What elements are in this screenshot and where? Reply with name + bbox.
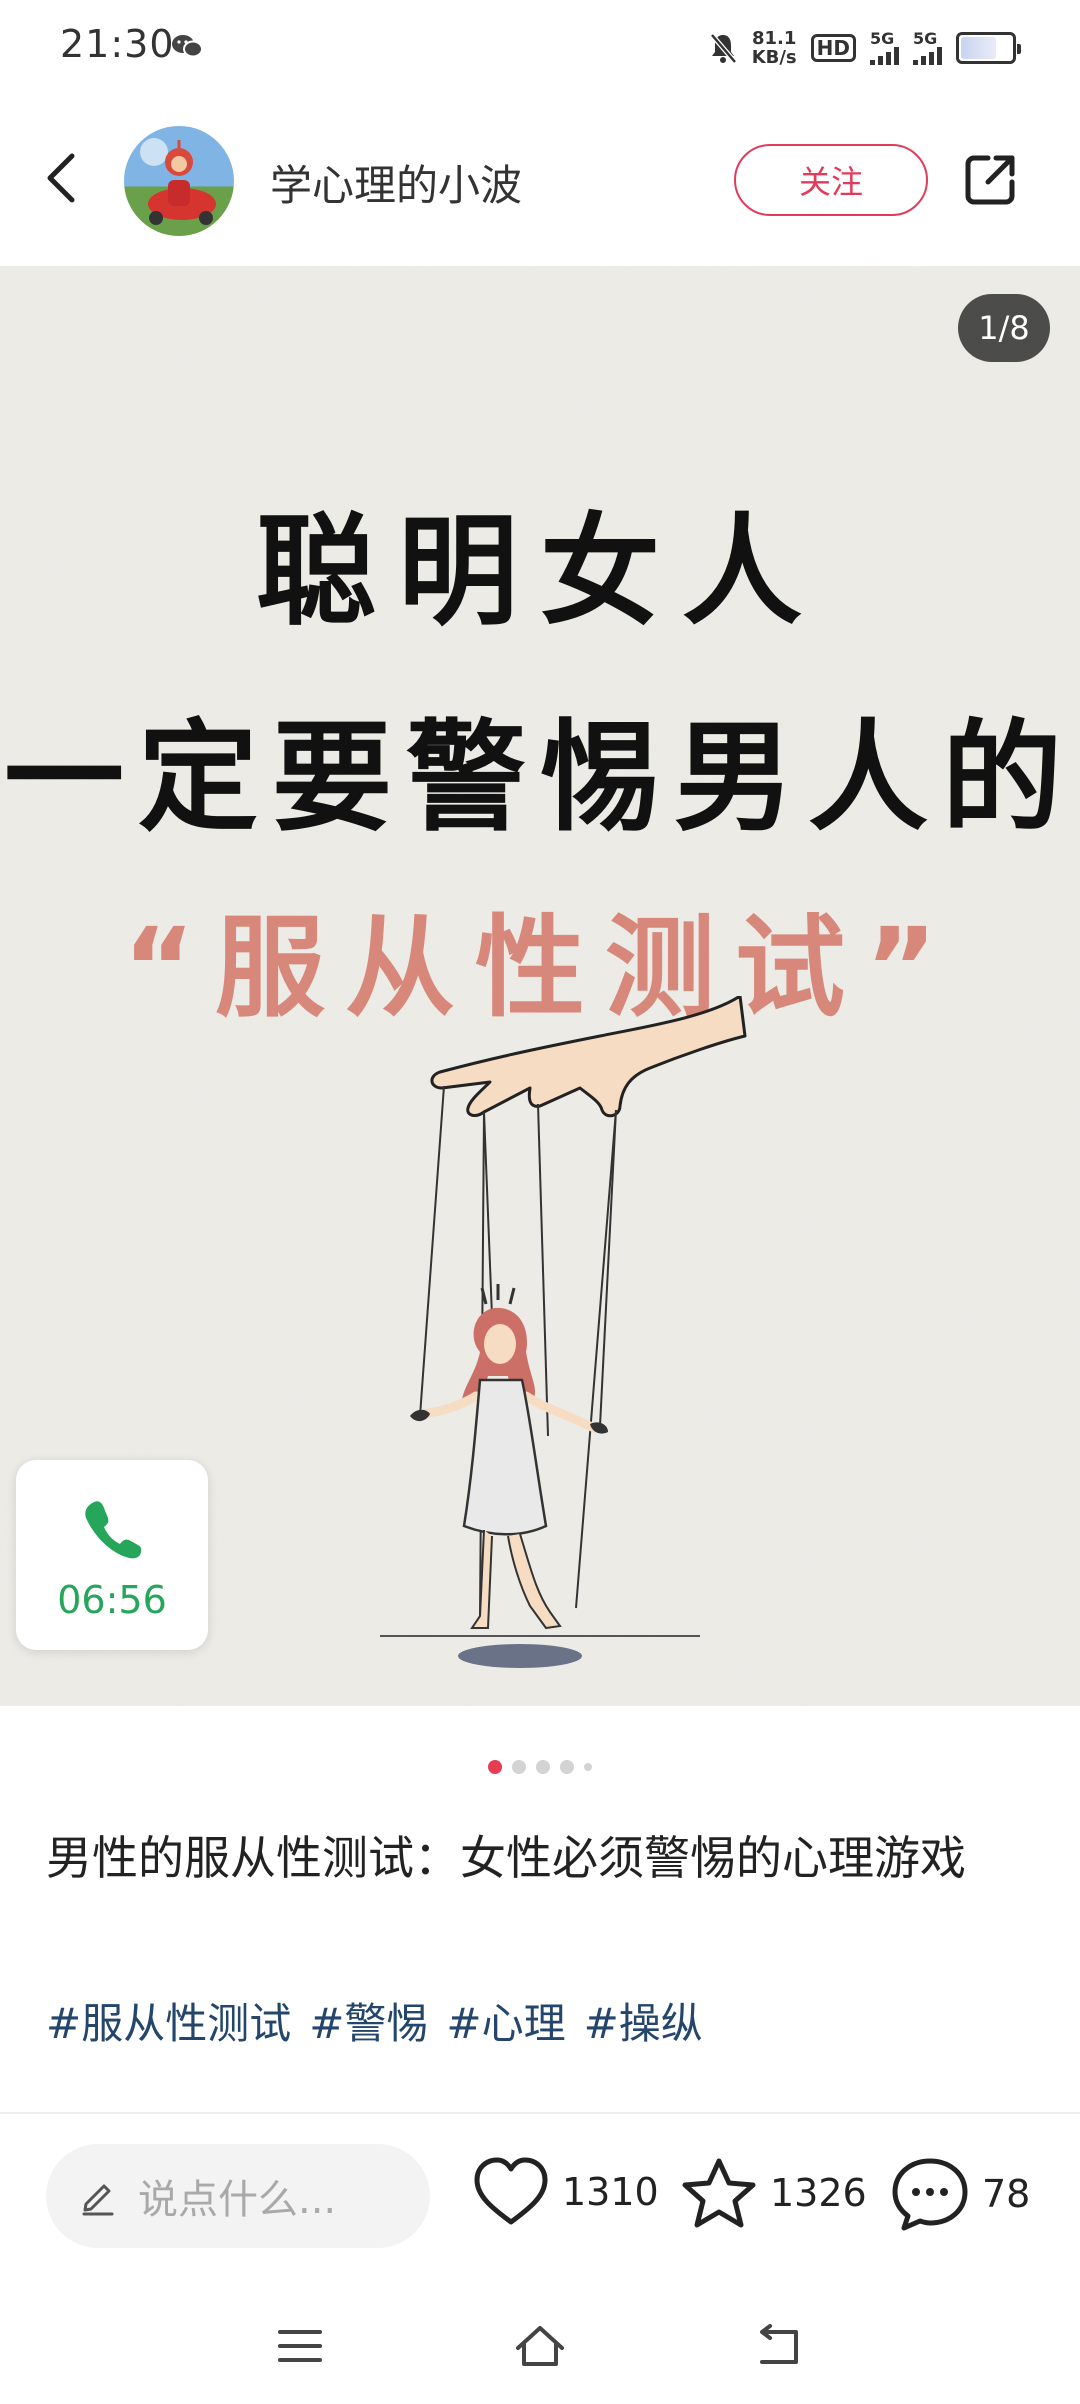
author-name[interactable]: 学心理的小波 — [270, 152, 522, 213]
page-counter: 1/8 — [958, 294, 1050, 362]
comment-button[interactable]: 78 — [890, 2156, 1030, 2232]
tag-link[interactable]: #心理 — [446, 1990, 565, 2051]
tag-list: #服从性测试 #警惕 #心理 #操纵 — [46, 1990, 703, 2051]
call-widget[interactable]: 06:56 — [16, 1460, 208, 1650]
favorite-count: 1326 — [770, 2171, 867, 2215]
net-speed-unit: KB/s — [751, 47, 797, 68]
mute-bell-icon — [709, 33, 737, 64]
carousel-dot[interactable] — [560, 1760, 574, 1774]
carousel-dot[interactable] — [536, 1760, 550, 1774]
favorite-button[interactable]: 1326 — [680, 2156, 867, 2230]
net-speed-value: 81.1 — [751, 28, 797, 49]
call-duration: 06:56 — [57, 1578, 167, 1622]
like-count: 1310 — [562, 2170, 659, 2214]
tag-link[interactable]: #操纵 — [584, 1990, 703, 2051]
comment-placeholder: 说点什么... — [138, 2177, 337, 2223]
battery-icon — [956, 32, 1021, 64]
net-speed: 81.1 KB/s — [752, 29, 797, 67]
signal-icon: 5G — [870, 31, 899, 65]
status-bar: 21:30 81.1 KB/s HD 5G 5G — [0, 0, 1080, 96]
headline-line-1: 聪明女人 — [256, 503, 824, 642]
back-icon[interactable] — [750, 2318, 810, 2374]
menu-icon[interactable] — [270, 2318, 330, 2374]
pencil-icon — [82, 2184, 114, 2216]
like-button[interactable]: 1310 — [472, 2156, 659, 2228]
tag-link[interactable]: #警惕 — [309, 1990, 428, 2051]
phone-icon — [85, 1501, 142, 1559]
follow-button[interactable]: 关注 — [734, 144, 928, 216]
avatar[interactable] — [124, 126, 234, 236]
heart-icon — [474, 2157, 548, 2225]
carousel-dot[interactable] — [584, 1763, 592, 1771]
status-time: 21:30 — [60, 22, 175, 66]
post-header: 学心理的小波 关注 — [0, 96, 1080, 266]
bottom-action-bar: 说点什么... 1310 1326 78 — [0, 2114, 1080, 2284]
star-icon — [682, 2158, 756, 2228]
share-icon[interactable] — [962, 150, 1020, 208]
puppet-illustration — [380, 996, 747, 1668]
headline-line-2: 一定要警惕男人的 — [4, 709, 1076, 848]
sim2-label: 5G — [913, 29, 938, 48]
status-indicators: 81.1 KB/s HD 5G 5G — [708, 24, 1021, 72]
home-icon[interactable] — [510, 2318, 570, 2374]
system-nav-bar — [0, 2284, 1080, 2404]
post-title: 男性的服从性测试：女性必须警惕的心理游戏 — [46, 1831, 966, 1885]
tag-link[interactable]: #服从性测试 — [46, 1990, 291, 2051]
carousel-dot-active[interactable] — [488, 1760, 502, 1774]
hd-badge: HD — [810, 34, 856, 62]
sim1-label: 5G — [870, 29, 895, 48]
comment-count: 78 — [982, 2172, 1031, 2216]
chevron-left-icon[interactable] — [38, 146, 86, 210]
wechat-icon — [172, 35, 203, 58]
carousel-dot[interactable] — [512, 1760, 526, 1774]
comment-icon — [892, 2158, 968, 2231]
comment-input[interactable]: 说点什么... — [46, 2144, 430, 2248]
carousel-dots — [0, 1760, 1080, 1774]
signal-icon-2: 5G — [913, 31, 942, 65]
